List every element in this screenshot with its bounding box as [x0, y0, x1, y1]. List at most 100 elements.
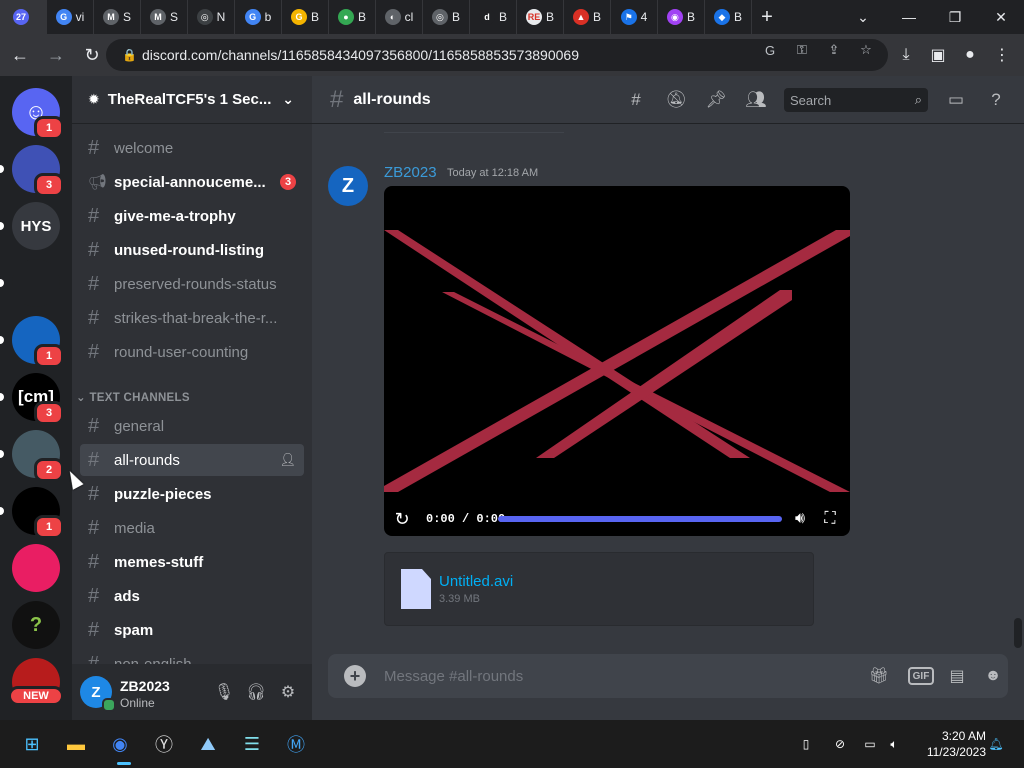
pin-icon[interactable]: 📌︎: [704, 88, 728, 112]
menu-icon[interactable]: ⋮: [986, 39, 1018, 71]
browser-tab[interactable]: ◎ B: [423, 0, 470, 34]
forward-icon[interactable]: →: [40, 39, 72, 71]
app-icon-y[interactable]: Ⓨ: [148, 728, 180, 760]
close-window-icon[interactable]: ✕: [978, 0, 1024, 34]
member-list-icon[interactable]: 👥︎: [744, 88, 768, 112]
message-composer[interactable]: + Message #all-rounds 🎁︎ GIF ▤ ☻: [328, 654, 1008, 698]
mute-mic-icon[interactable]: 🎙︎: [208, 676, 240, 708]
tab-search-icon[interactable]: ⌄: [840, 0, 886, 34]
channel-item[interactable]: # give-me-a-trophy: [80, 200, 304, 232]
browser-tab[interactable]: ◆ B: [705, 0, 752, 34]
emoji-icon[interactable]: ☻: [980, 664, 1006, 688]
attachment-filename[interactable]: Untitled.avi: [439, 573, 513, 590]
notification-bell-icon[interactable]: 🔔︎: [986, 734, 1006, 754]
search-input[interactable]: Search ⌕: [784, 88, 928, 112]
download-icon[interactable]: ⤓: [890, 39, 922, 71]
tray-tablet-icon[interactable]: ▯: [796, 734, 816, 754]
channel-item[interactable]: # media: [80, 512, 304, 544]
message-author[interactable]: ZB2023: [384, 164, 437, 181]
help-icon[interactable]: ?: [984, 88, 1008, 112]
video-player[interactable]: ↻ 0:00 / 0:00 🔊︎ ⛶: [384, 186, 850, 536]
star-icon[interactable]: ☆: [856, 40, 876, 60]
start-icon[interactable]: ⊞: [16, 728, 48, 760]
share-icon[interactable]: ⇪: [824, 40, 844, 60]
fullscreen-icon[interactable]: ⛶: [818, 507, 842, 531]
channel-name: welcome: [114, 139, 174, 157]
browser-tab[interactable]: ◐ cl: [376, 0, 423, 34]
chrome-icon[interactable]: ◉: [104, 728, 136, 760]
channel-item[interactable]: 📢︎ special-annouceme... 3: [80, 166, 304, 198]
discord-home[interactable]: ☺ 1: [12, 88, 64, 140]
channel-item[interactable]: # puzzle-pieces: [80, 478, 304, 510]
system-clock[interactable]: 3:20 AM 11/23/2023: [912, 728, 986, 760]
tray-network-off-icon[interactable]: ⊘: [830, 734, 850, 754]
profile-icon[interactable]: ●: [954, 39, 986, 71]
headphones-icon[interactable]: 🎧︎: [240, 676, 272, 708]
browser-tab[interactable]: GB: [282, 0, 329, 34]
inbox-icon[interactable]: ▭: [944, 88, 968, 112]
minimize-icon[interactable]: —: [886, 0, 932, 34]
server-cm[interactable]: [cm] 3: [12, 373, 64, 425]
browser-tab[interactable]: MS: [94, 0, 141, 34]
channel-item[interactable]: # welcome: [80, 132, 304, 164]
guild-header[interactable]: ✹ TheRealTCF5's 1 Sec... ⌄: [72, 76, 312, 124]
channel-item[interactable]: # ads: [80, 580, 304, 612]
browser-tab[interactable]: RE B: [517, 0, 564, 34]
browser-tab[interactable]: Gb: [235, 0, 282, 34]
server-face[interactable]: [12, 544, 60, 592]
browser-tab[interactable]: ⚑ 4: [611, 0, 658, 34]
browser-tab[interactable]: Gvi: [47, 0, 94, 34]
channel-item[interactable]: # preserved-rounds-status: [80, 268, 304, 300]
reload-icon[interactable]: ↻: [76, 39, 108, 71]
server-hys[interactable]: HYS: [12, 202, 60, 250]
server-question[interactable]: ?: [12, 601, 60, 649]
app-icon-m[interactable]: Ⓜ: [280, 728, 312, 760]
tray-volume-icon[interactable]: 🔈︎: [884, 734, 904, 754]
channel-item[interactable]: # non-english: [80, 648, 304, 665]
browser-tab[interactable]: 27: [0, 0, 47, 34]
notification-bell-muted-icon[interactable]: 🔕︎: [664, 88, 688, 112]
server-fish[interactable]: [12, 259, 60, 307]
user-settings-icon[interactable]: ⚙: [272, 676, 304, 708]
replay-icon[interactable]: ↻: [390, 507, 414, 531]
side-panel-icon[interactable]: ▣: [922, 39, 954, 71]
volume-icon[interactable]: 🔊︎: [788, 507, 812, 531]
channel-item[interactable]: # memes-stuff: [80, 546, 304, 578]
key-icon[interactable]: ⚿: [792, 40, 812, 60]
channel-item[interactable]: # strikes-that-break-the-r...: [80, 302, 304, 334]
message-avatar[interactable]: Z: [328, 166, 368, 206]
gif-button[interactable]: GIF: [908, 667, 934, 685]
browser-tab[interactable]: ● B: [329, 0, 376, 34]
scrollbar-thumb[interactable]: [1014, 618, 1022, 648]
server-hexagon[interactable]: 1: [12, 487, 64, 539]
new-tab-button[interactable]: +: [752, 0, 782, 34]
server-pattern[interactable]: 2: [12, 430, 64, 482]
browser-tab[interactable]: dB: [470, 0, 517, 34]
photos-icon[interactable]: ⛰: [192, 728, 224, 760]
category-header[interactable]: ⌄ TEXT CHANNELS: [76, 390, 190, 404]
user-name[interactable]: ZB2023: [120, 678, 170, 694]
add-attachment-icon[interactable]: +: [344, 665, 366, 687]
browser-tab[interactable]: MS: [141, 0, 188, 34]
create-invite-icon[interactable]: 👤︎: [279, 452, 296, 468]
browser-tab[interactable]: ◉ B: [658, 0, 705, 34]
server-windows[interactable]: 1: [12, 316, 64, 368]
server-checker[interactable]: 3: [12, 145, 64, 197]
google-icon[interactable]: G: [760, 40, 780, 60]
threads-icon[interactable]: #: [624, 88, 648, 112]
channel-item[interactable]: # round-user-counting: [80, 336, 304, 368]
tray-display-icon[interactable]: ▭: [860, 734, 880, 754]
notepad-icon[interactable]: ☰: [236, 728, 268, 760]
browser-tab[interactable]: ◎ N: [188, 0, 235, 34]
sticker-icon[interactable]: ▤: [944, 664, 970, 688]
gift-icon[interactable]: 🎁︎: [866, 664, 892, 688]
channel-item[interactable]: # general: [80, 410, 304, 442]
channel-item[interactable]: # unused-round-listing: [80, 234, 304, 266]
maximize-icon[interactable]: ❐: [932, 0, 978, 34]
channel-item[interactable]: # spam: [80, 614, 304, 646]
video-progress-bar[interactable]: [498, 516, 782, 522]
file-explorer-icon[interactable]: ▬: [60, 728, 92, 760]
back-icon[interactable]: ←: [4, 39, 36, 71]
browser-tab[interactable]: ▲ B: [564, 0, 611, 34]
channel-item[interactable]: # all-rounds 👤︎: [80, 444, 304, 476]
